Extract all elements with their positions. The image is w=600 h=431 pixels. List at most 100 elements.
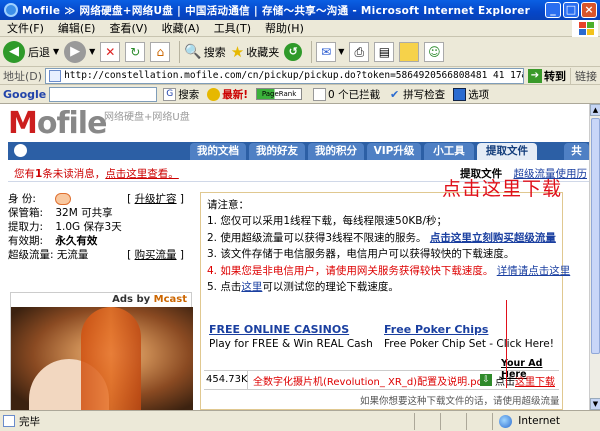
tab-extract-file[interactable]: 提取文件 [477,143,537,160]
text-ad-title[interactable]: FREE ONLINE CASINOS [209,323,373,336]
nav-home-icon[interactable] [14,144,27,157]
back-label: 后退 [28,45,50,59]
download-prefix: 点击 [495,376,515,388]
notice-link[interactable]: 点击这里查看。 [105,168,179,180]
google-search-input[interactable] [49,86,158,102]
edit-button[interactable]: ▤ [374,41,395,62]
print-button[interactable]: ⎙ [349,41,370,62]
notice-item: 5. 点击这里可以测试您的理论下载速度。 [207,279,562,296]
tab-my-documents[interactable]: 我的文档 [190,143,246,160]
speed-test-link[interactable]: 这里 [241,281,262,293]
menu-help[interactable]: 帮助(H) [258,20,311,36]
close-button[interactable]: × [581,2,597,18]
extract-value: 1.0G 保存3天 [55,221,122,233]
mail-button[interactable]: ✉ ▼ [316,41,344,62]
text-ad-title[interactable]: Free Poker Chips [384,323,554,336]
file-name: 全数字化摄片机(Revolution_ XR_d)配置及说明.pdf [253,376,480,388]
tab-tools[interactable]: 小工具 [424,143,474,160]
google-toolbar: Google G 搜索 最新! PageRank 0 个已拦截 ✔ 拼写检查 选… [0,85,600,104]
links-button[interactable]: 链接 [570,67,600,84]
notice-item-text: 2. 使用超级流量可以获得3线程不限速的服务。 [207,231,427,244]
buy-traffic-link[interactable]: [ 购买流量 ] [127,248,184,262]
tab-my-points[interactable]: 我的积分 [308,143,364,160]
panel-title: 请注意： [207,199,249,211]
back-button[interactable]: ◀ 后退 ▼ [3,40,59,63]
scroll-up-icon[interactable]: ▲ [590,104,600,116]
go-button[interactable]: ➔ 转到 [524,68,570,84]
extract-label: 提取力: [8,221,44,233]
ie-logo-icon [4,3,18,17]
sidebar-ad[interactable]: Ads by Mcast [10,292,193,410]
footer-note: 如果你想要这种下载文件的话，请使用超级流量 [360,396,560,407]
pagerank-indicator: PageRank [256,88,305,100]
address-bar: 地址(D) http://constellation.mofile.com/cn… [0,67,600,85]
download-icon: ⇩ [480,374,492,386]
messenger-button[interactable]: ☺ [424,41,445,62]
user-level-icon [55,193,72,205]
notice-item: 2. 使用超级流量可以获得3线程不限速的服务。 点击这里立刻购买超级流量 [207,230,562,247]
validity-label: 有效期: [8,235,44,247]
title-bar: Mofile ≫ 网络硬盘+网络U盘 | 中国活动通信 | 存储～共享～沟通 -… [0,0,600,20]
site-nav: 我的文档 我的好友 我的积分 VIP升级 小工具 提取文件 共 [8,142,589,160]
discuss-button[interactable] [399,41,420,62]
security-zone: Internet [492,412,600,430]
history-button[interactable]: ↺ [284,42,303,61]
unread-notice: 您有1条未读消息，点击这里查看。 [14,166,179,181]
go-arrow-icon: ➔ [528,68,542,83]
mofile-logo[interactable]: Mofile [8,106,107,141]
status-cell [440,412,466,430]
google-search-button[interactable]: G 搜索 [163,87,199,102]
menu-tools[interactable]: 工具(T) [207,20,258,36]
address-input[interactable]: http://constellation.mofile.com/cn/picku… [45,67,524,84]
tab-vip-upgrade[interactable]: VIP升级 [367,143,421,160]
notice-item: 3. 该文件存储于电信服务器，电信用户可以获得较快的下载速度。 [207,246,562,263]
gateway-details-link[interactable]: 详情请点击这里 [497,265,571,277]
vertical-scrollbar[interactable]: ▲ ▼ [589,104,600,410]
windows-flag-icon [572,20,598,37]
upgrade-link[interactable]: [ 升级扩容 ] [127,192,184,206]
ad-header-brand: Mcast [153,294,187,305]
options-button[interactable]: 选项 [453,87,489,102]
scroll-down-icon[interactable]: ▼ [590,398,600,410]
ad-header-prefix: Ads by [112,294,154,305]
site-slogan: 网络硬盘+网络U盘 [104,112,190,123]
notice-item-text: 可以测试您的理论下载速度。 [262,281,399,293]
buy-super-traffic-link[interactable]: 点击这里立刻购买超级流量 [430,232,556,244]
ad-image[interactable] [11,307,193,410]
favorites-button[interactable]: ★ 收藏夹 [231,43,279,61]
upgrade-link-label: 升级扩容 [134,193,177,205]
forward-button[interactable]: ▶ ▼ [64,40,95,63]
tab-share[interactable]: 共 [564,143,589,160]
google-logo[interactable]: Google [3,88,46,101]
toolbar-separator [179,40,181,63]
menu-file[interactable]: 文件(F) [0,20,51,36]
search-button[interactable]: 🔍 搜索 [184,44,225,60]
zone-label: Internet [518,415,560,427]
status-left: 完毕 [0,414,414,429]
text-ad: Free Poker Chips Free Poker Chip Set - C… [384,323,554,350]
popup-blocked-label: 0 个已拦截 [328,88,381,101]
download-link[interactable]: ⇩ 点击 这里下载 [480,373,559,388]
menu-view[interactable]: 查看(V) [102,20,154,36]
notice-item-text: 5. 点击 [207,281,242,293]
status-page-icon [3,415,15,427]
validity-value: 永久有效 [55,235,98,247]
traffic-value: 无流量 [56,249,89,261]
spellcheck-button[interactable]: ✔ 拼写检查 [388,87,445,102]
menu-edit[interactable]: 编辑(E) [51,20,103,36]
maximize-button[interactable]: □ [563,2,579,18]
options-icon [453,87,467,101]
tab-my-friends[interactable]: 我的好友 [249,143,305,160]
home-icon: ⌂ [150,41,171,62]
scroll-thumb[interactable] [591,118,600,354]
logo-m: M [8,106,38,141]
window-title: Mofile ≫ 网络硬盘+网络U盘 | 中国活动通信 | 存储～共享～沟通 -… [22,4,531,17]
refresh-button[interactable]: ↻ [125,41,146,62]
options-label: 选项 [468,88,490,101]
google-newest-button[interactable]: 最新! [207,87,248,102]
stop-button[interactable]: ✕ [100,41,121,62]
minimize-button[interactable]: _ [545,2,561,18]
popup-blocker[interactable]: 0 个已拦截 [313,87,380,102]
menu-favorites[interactable]: 收藏(A) [155,20,207,36]
home-button[interactable]: ⌂ [150,41,171,62]
